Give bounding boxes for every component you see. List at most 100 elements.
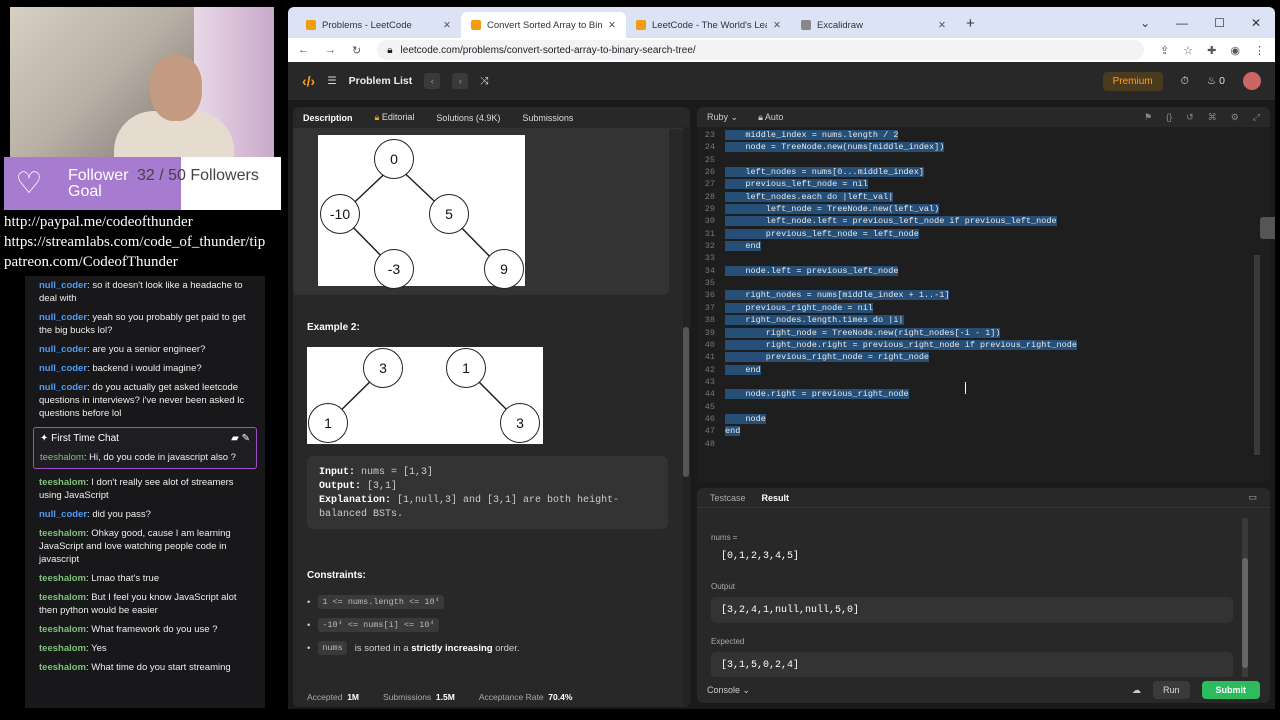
code-line[interactable]: 40 right_node.right = previous_right_nod… [697,339,1257,351]
timer-icon[interactable]: ⏱ [1181,75,1189,88]
tab-problems[interactable]: Problems - LeetCode ✕ [296,12,461,38]
chat-username[interactable]: null_coder [39,312,87,323]
shuffle-icon[interactable]: ⤨ [480,75,488,88]
premium-button[interactable]: Premium [1102,71,1163,91]
tab-search-icon[interactable]: ⌄ [1140,16,1150,30]
code-line[interactable]: 35 [697,277,1257,289]
chat-username[interactable]: teeshalom [39,592,86,603]
streak-counter[interactable]: ♨ 0 [1207,75,1225,87]
tab-result[interactable]: Result [762,493,790,503]
code-line[interactable]: 27 previous_left_node = nil [697,178,1257,190]
new-tab-icon[interactable]: + [966,15,975,32]
tab-submissions[interactable]: Submissions [522,113,573,123]
code-line[interactable]: 30 left_node.left = previous_left_node i… [697,215,1257,227]
braces-icon[interactable]: {} [1166,112,1172,123]
chat-username[interactable]: teeshalom [39,624,86,635]
extensions-icon[interactable]: ✚ [1207,44,1216,57]
code-line[interactable]: 26 left_nodes = nums[0...middle_index] [697,166,1257,178]
code-line[interactable]: 39 right_node = TreeNode.new(right_nodes… [697,327,1257,339]
code-line[interactable]: 44 node.right = previous_right_node [697,388,1257,400]
close-icon[interactable]: ✕ [443,20,451,31]
chat-username[interactable]: teeshalom [39,573,86,584]
prev-problem-icon[interactable]: ‹ [424,73,441,89]
code-line[interactable]: 36 right_nodes = nums[middle_index + 1..… [697,289,1257,301]
line-number: 28 [704,191,715,202]
problem-list-link[interactable]: Problem List [349,75,413,87]
tab-editorial[interactable]: 🔒︎ Editorial [375,112,415,123]
close-window-icon[interactable]: ✕ [1251,16,1261,30]
chat-username[interactable]: null_coder [39,280,87,291]
chat-actions-icon[interactable]: ▰ ✎ [231,432,250,445]
chat-username[interactable]: null_coder [39,344,87,355]
code-line[interactable]: 31 previous_left_node = left_node [697,228,1257,240]
bookmark-star-icon[interactable]: ☆ [1183,44,1193,57]
code-line[interactable]: 43 [697,376,1257,388]
reset-icon[interactable]: ↺ [1186,112,1194,123]
forward-icon[interactable]: → [325,44,336,56]
code-line[interactable]: 48 [697,438,1257,450]
language-select[interactable]: Ruby ⌄ [707,112,738,123]
collapse-icon[interactable]: ▭ [1248,492,1257,503]
code-line[interactable]: 25 [697,154,1257,166]
chat-username[interactable]: teeshalom [39,477,86,488]
code-line[interactable]: 32 end [697,240,1257,252]
code-line[interactable]: 34 node.left = previous_left_node [697,265,1257,277]
tab-convert-sorted-array[interactable]: Convert Sorted Array to Binary Se✕ [461,12,626,38]
next-problem-icon[interactable]: › [452,73,469,89]
code-line[interactable]: 28 left_nodes.each do |left_val| [697,191,1257,203]
chat-username[interactable]: teeshalom [39,643,86,654]
submit-button[interactable]: Submit [1201,681,1260,699]
tab-excalidraw[interactable]: Excalidraw ✕ [791,12,956,38]
code-line[interactable]: 38 right_nodes.length.times do |i| [697,314,1257,326]
tab-description[interactable]: Description [303,113,353,123]
reload-icon[interactable]: ↻ [352,44,361,57]
console-toggle[interactable]: Console ⌄ [707,685,750,696]
chat-username[interactable]: null_coder [39,509,87,520]
code-line[interactable]: 42 end [697,364,1257,376]
code-line[interactable]: 29 left_node = TreeNode.new(left_val) [697,203,1257,215]
chat-username[interactable]: null_coder [39,382,87,393]
url-field[interactable]: 🔒︎ leetcode.com/problems/convert-sorted-a… [377,40,1145,60]
tab-solutions[interactable]: Solutions (4.9K) [436,113,500,123]
leetcode-logo-icon[interactable]: ‹/› [302,73,315,89]
chat-message: null_coder: did you pass? [39,509,151,520]
avatar[interactable] [1243,72,1261,90]
minimize-icon[interactable]: — [1176,16,1188,30]
tab-testcase[interactable]: Testcase [710,493,746,503]
chat-username[interactable]: teeshalom [39,662,86,673]
menu-icon[interactable]: ⋮ [1254,44,1265,57]
code-line[interactable]: 24 node = TreeNode.new(nums[middle_index… [697,141,1257,153]
code-lines[interactable]: 23 middle_index = nums.length / 2 24 node… [697,129,1257,450]
back-icon[interactable]: ← [298,44,309,56]
maximize-icon[interactable]: ☐ [1214,16,1225,30]
editor-scrollbar[interactable] [1254,255,1260,455]
chat-username[interactable]: teeshalom [39,528,86,539]
shortcuts-icon[interactable]: ⌘ [1208,112,1217,123]
settings-icon[interactable]: ⚙ [1231,112,1239,123]
run-button[interactable]: Run [1152,681,1190,699]
chat-username[interactable]: null_coder [39,363,87,374]
code-line[interactable]: 33 [697,252,1257,264]
autocomplete-toggle[interactable]: 🔒︎ Auto [758,112,783,123]
close-icon[interactable]: ✕ [938,20,946,31]
code-editor[interactable]: Ruby ⌄ 🔒︎ Auto ⚑ {} ↺ ⌘ ⚙ ⤢ 23 middle_index =… [697,107,1270,482]
code-line[interactable]: 46 node [697,413,1257,425]
result-scrollbar[interactable] [1242,518,1248,678]
scrollbar-thumb[interactable] [683,327,689,477]
cloud-icon[interactable]: ☁ [1132,685,1141,696]
side-panel-toggle[interactable] [1260,217,1275,239]
close-icon[interactable]: ✕ [773,20,781,31]
code-line[interactable]: 41 previous_right_node = right_node [697,351,1257,363]
scrollbar-thumb[interactable] [1242,558,1248,668]
tab-leetcode-home[interactable]: LeetCode - The World's Leading✕ [626,12,791,38]
description-scrollbar[interactable] [683,127,689,705]
code-line[interactable]: 23 middle_index = nums.length / 2 [697,129,1257,141]
code-line[interactable]: 47 end [697,425,1257,437]
code-line[interactable]: 45 [697,401,1257,413]
fullscreen-icon[interactable]: ⤢ [1253,112,1260,123]
share-icon[interactable]: ⇪ [1160,44,1169,57]
bookmark-icon[interactable]: ⚑ [1144,112,1152,123]
profile-icon[interactable]: ◉ [1230,44,1240,57]
close-icon[interactable]: ✕ [608,20,616,31]
code-line[interactable]: 37 previous_right_node = nil [697,302,1257,314]
